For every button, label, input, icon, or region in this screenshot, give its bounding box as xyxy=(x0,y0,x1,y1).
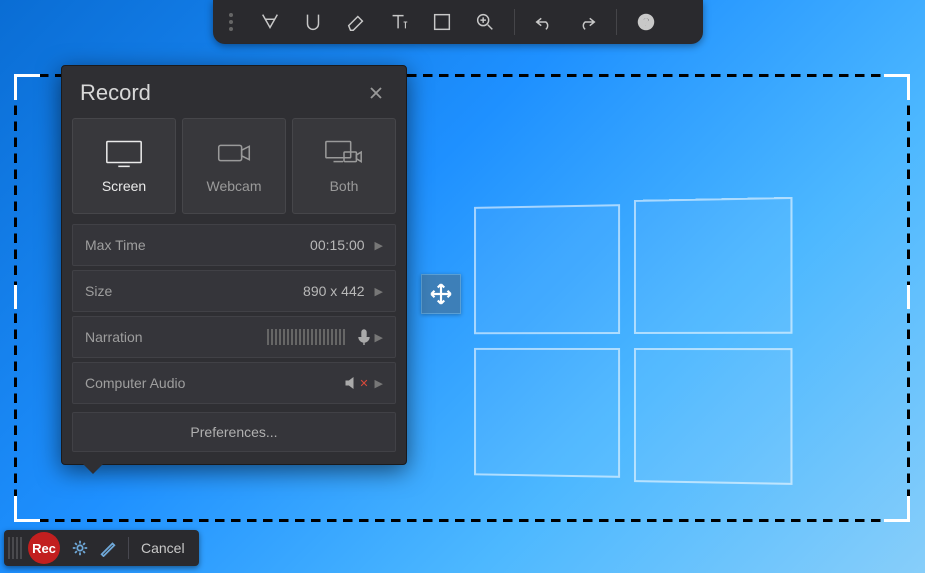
annotation-toolbar: ? xyxy=(213,0,703,44)
chevron-right-icon[interactable]: ▶ xyxy=(375,331,383,344)
mode-webcam[interactable]: Webcam xyxy=(182,118,286,214)
mode-label: Webcam xyxy=(207,178,262,194)
mode-both[interactable]: Both xyxy=(292,118,396,214)
record-button[interactable]: Rec xyxy=(28,532,60,564)
row-label: Max Time xyxy=(85,237,205,253)
size-value: 890 x 442 xyxy=(205,283,375,299)
close-button[interactable] xyxy=(364,81,388,105)
row-label: Computer Audio xyxy=(85,375,341,391)
resize-handle-bl[interactable] xyxy=(14,496,40,522)
svg-text:?: ? xyxy=(642,15,650,30)
move-handle[interactable] xyxy=(421,274,461,314)
max-time-value: 00:15:00 xyxy=(205,237,375,253)
drag-grip-icon[interactable] xyxy=(229,13,233,31)
settings-button[interactable] xyxy=(66,534,94,562)
chevron-right-icon[interactable]: ▶ xyxy=(375,377,383,390)
drag-grip-icon[interactable] xyxy=(8,537,22,559)
record-panel: Record Screen Webcam Both Max Time 00:15… xyxy=(61,65,407,465)
mode-screen[interactable]: Screen xyxy=(72,118,176,214)
resize-handle-left[interactable] xyxy=(14,285,17,309)
row-label: Size xyxy=(85,283,205,299)
row-narration[interactable]: Narration ▶ xyxy=(72,316,396,358)
pen-tool-button[interactable] xyxy=(250,4,290,40)
resize-handle-tl[interactable] xyxy=(14,74,40,100)
panel-title: Record xyxy=(80,80,151,106)
resize-handle-right[interactable] xyxy=(907,285,910,309)
chevron-right-icon[interactable]: ▶ xyxy=(375,239,383,252)
redo-button[interactable] xyxy=(567,4,607,40)
text-tool-button[interactable] xyxy=(379,4,419,40)
control-bar: Rec Cancel xyxy=(4,530,199,566)
mode-label: Screen xyxy=(102,178,146,194)
rectangle-tool-button[interactable] xyxy=(422,4,462,40)
microphone-icon[interactable] xyxy=(353,329,375,345)
resize-handle-br[interactable] xyxy=(884,496,910,522)
help-button[interactable]: ? xyxy=(626,4,666,40)
cancel-button[interactable]: Cancel xyxy=(135,540,191,556)
preferences-button[interactable]: Preferences... xyxy=(72,412,396,452)
row-size[interactable]: Size 890 x 442 ▶ xyxy=(72,270,396,312)
eraser-tool-button[interactable] xyxy=(336,4,376,40)
chevron-right-icon[interactable]: ▶ xyxy=(375,285,383,298)
muted-indicator: ✕ xyxy=(359,377,368,390)
mode-label: Both xyxy=(330,178,359,194)
row-label: Narration xyxy=(85,329,205,345)
undo-button[interactable] xyxy=(524,4,564,40)
zoom-tool-button[interactable] xyxy=(465,4,505,40)
row-computer-audio[interactable]: Computer Audio ✕ ▶ xyxy=(72,362,396,404)
draw-button[interactable] xyxy=(94,534,122,562)
preferences-label: Preferences... xyxy=(190,424,277,440)
row-max-time[interactable]: Max Time 00:15:00 ▶ xyxy=(72,224,396,266)
resize-handle-tr[interactable] xyxy=(884,74,910,100)
audio-level-meter xyxy=(205,329,353,345)
highlighter-tool-button[interactable] xyxy=(293,4,333,40)
